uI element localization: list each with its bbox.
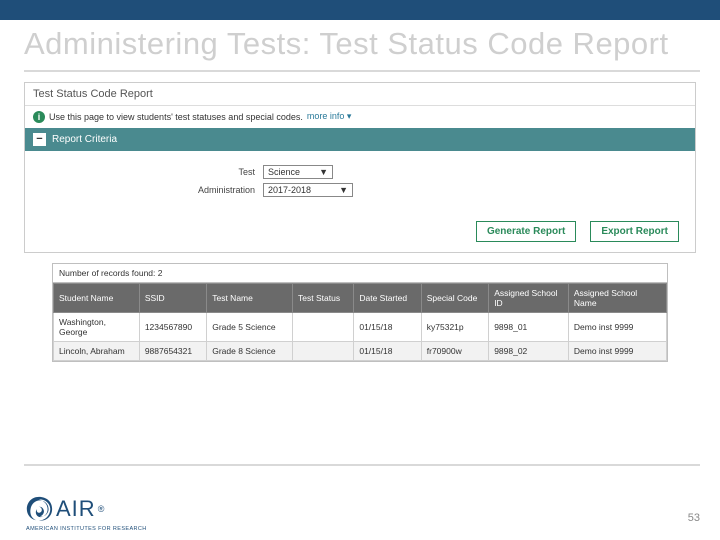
generate-report-button[interactable]: Generate Report (476, 221, 576, 242)
table-header-row: Student Name SSID Test Name Test Status … (54, 283, 667, 312)
report-title: Test Status Code Report (25, 83, 695, 106)
slide-top-bar (0, 0, 720, 20)
table-row: Lincoln, Abraham 9887654321 Grade 8 Scie… (54, 341, 667, 360)
th-test-name[interactable]: Test Name (207, 283, 293, 312)
chevron-down-icon: ▼ (319, 167, 328, 177)
administration-label: Administration (33, 185, 263, 195)
results-table-panel: Number of records found: 2 Student Name … (52, 263, 668, 362)
cell: Demo inst 9999 (568, 341, 666, 360)
air-logo: AIR ® (24, 494, 104, 524)
export-report-button[interactable]: Export Report (590, 221, 679, 242)
cell: Grade 5 Science (207, 312, 293, 341)
chevron-down-icon: ▼ (339, 185, 348, 195)
info-row: i Use this page to view students' test s… (25, 106, 695, 128)
footer-divider (24, 464, 700, 466)
th-school-id[interactable]: Assigned School ID (489, 283, 569, 312)
logo-text: AIR (56, 496, 96, 522)
collapse-icon[interactable]: − (33, 133, 46, 146)
cell: Lincoln, Abraham (54, 341, 140, 360)
cell (293, 312, 354, 341)
criteria-header[interactable]: − Report Criteria (25, 128, 695, 151)
results-table: Student Name SSID Test Name Test Status … (53, 283, 667, 361)
cell: 9887654321 (139, 341, 206, 360)
th-school-name[interactable]: Assigned School Name (568, 283, 666, 312)
administration-select[interactable]: 2017-2018 ▼ (263, 183, 353, 197)
th-student-name[interactable]: Student Name (54, 283, 140, 312)
cell: 01/15/18 (354, 341, 421, 360)
administration-select-value: 2017-2018 (268, 185, 311, 195)
cell: ky75321p (421, 312, 488, 341)
logo-tagline: AMERICAN INSTITUTES FOR RESEARCH (26, 526, 147, 532)
th-test-status[interactable]: Test Status (293, 283, 354, 312)
criteria-body: Test Science ▼ Administration 2017-2018 … (25, 151, 695, 215)
th-special-code[interactable]: Special Code (421, 283, 488, 312)
cell: 1234567890 (139, 312, 206, 341)
cell: Demo inst 9999 (568, 312, 666, 341)
criteria-header-label: Report Criteria (52, 134, 117, 145)
cell: fr70900w (421, 341, 488, 360)
records-found-label: Number of records found: 2 (53, 264, 667, 283)
th-ssid[interactable]: SSID (139, 283, 206, 312)
th-date-started[interactable]: Date Started (354, 283, 421, 312)
cell (293, 341, 354, 360)
button-row: Generate Report Export Report (25, 215, 695, 252)
cell: Washington, George (54, 312, 140, 341)
test-select-value: Science (268, 167, 300, 177)
info-icon: i (33, 111, 45, 123)
test-label: Test (33, 167, 263, 177)
report-panel: Test Status Code Report i Use this page … (24, 82, 696, 253)
cell: 01/15/18 (354, 312, 421, 341)
registered-icon: ® (98, 504, 105, 514)
cell: Grade 8 Science (207, 341, 293, 360)
logo-mark-icon (24, 494, 54, 524)
cell: 9898_02 (489, 341, 569, 360)
slide-title: Administering Tests: Test Status Code Re… (0, 20, 720, 70)
info-text: Use this page to view students' test sta… (49, 112, 303, 122)
title-underline (24, 70, 700, 72)
cell: 9898_01 (489, 312, 569, 341)
page-number: 53 (688, 512, 700, 524)
test-select[interactable]: Science ▼ (263, 165, 333, 179)
table-row: Washington, George 1234567890 Grade 5 Sc… (54, 312, 667, 341)
more-info-link[interactable]: more info ▾ (307, 111, 352, 122)
